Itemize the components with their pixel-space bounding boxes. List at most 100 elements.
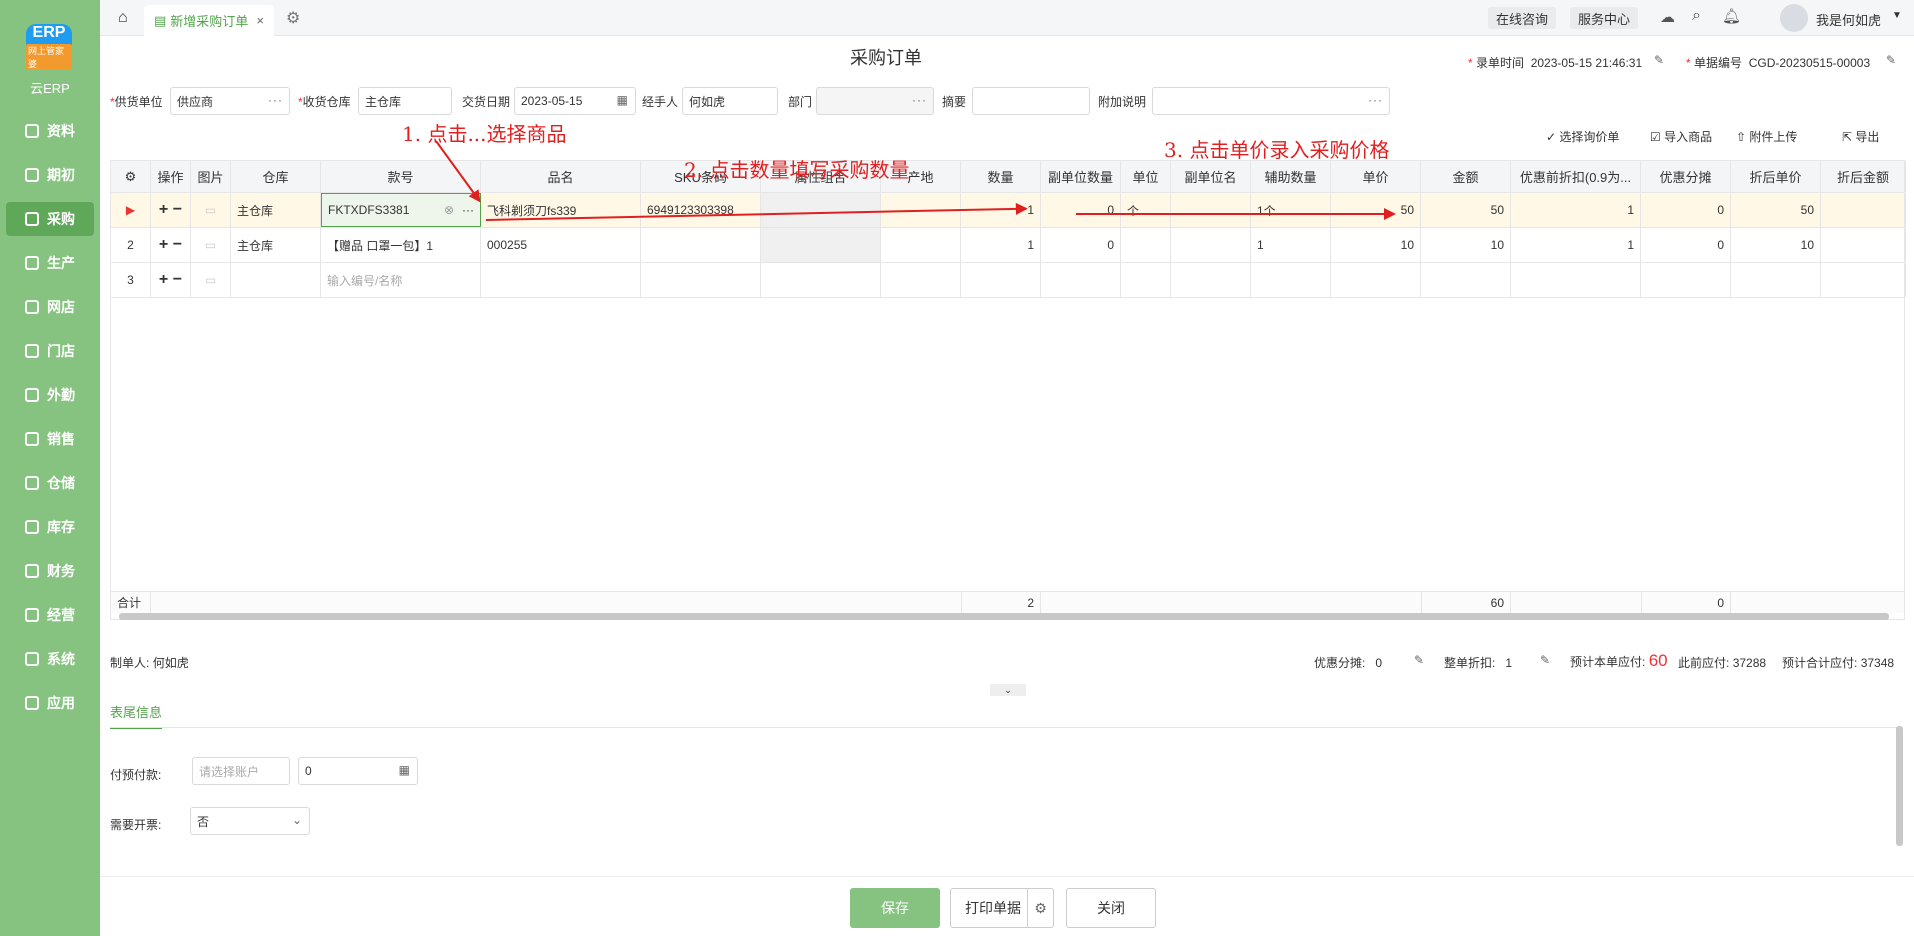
user-name[interactable]: 我是何如虎 [1816, 10, 1881, 29]
more-icon[interactable]: ··· [268, 93, 283, 107]
cell-damount[interactable] [1821, 228, 1906, 262]
cell-sku[interactable] [641, 263, 761, 297]
gear-icon[interactable]: ⚙ [286, 8, 300, 28]
chevron-down-icon[interactable]: ▼ [1892, 10, 1902, 21]
cell-attr[interactable] [761, 263, 881, 297]
summary-field[interactable] [972, 87, 1090, 115]
edit-number-icon[interactable]: ✎ [1886, 53, 1896, 67]
nav-item-data[interactable]: 资料 [6, 114, 94, 148]
more-icon[interactable]: ··· [912, 93, 927, 107]
nav-item-operation[interactable]: 经营 [6, 598, 94, 632]
close-button[interactable]: 关闭 [1066, 888, 1156, 928]
cell-code[interactable]: 【赠品 口罩一包】1 [321, 228, 481, 262]
cell-discount[interactable]: 1 [1511, 193, 1641, 227]
cell-share[interactable]: 0 [1641, 228, 1731, 262]
cell-unit[interactable]: 个 [1121, 193, 1171, 227]
nav-item-store[interactable]: 门店 [6, 334, 94, 368]
cell-subqty[interactable] [1041, 263, 1121, 297]
nav-item-production[interactable]: 生产 [6, 246, 94, 280]
cell-attr[interactable] [761, 193, 881, 227]
more-icon[interactable]: ··· [1368, 93, 1383, 107]
delivery-date-field[interactable]: 2023-05-15 ▦ [514, 87, 636, 115]
more-icon[interactable]: ··· [462, 203, 474, 217]
choose-quote-button[interactable]: ✓ 选择询价单 [1546, 128, 1619, 145]
cell-damount[interactable] [1821, 263, 1906, 297]
nav-item-finance[interactable]: 财务 [6, 554, 94, 588]
table-row[interactable]: ▶ + − ▭ 主仓库 FKTXDFS3381 ⊗ ··· 飞科剃须刀fs339 6… [111, 193, 1906, 228]
edit-discount-icon[interactable]: ✎ [1540, 653, 1550, 667]
cell-amount[interactable]: 50 [1421, 193, 1511, 227]
edit-share-icon[interactable]: ✎ [1414, 653, 1424, 667]
add-row-icon[interactable]: + [159, 236, 168, 254]
cell-warehouse[interactable] [231, 263, 321, 297]
nav-item-apps[interactable]: 应用 [6, 686, 94, 720]
cell-subqty[interactable]: 0 [1041, 228, 1121, 262]
table-row[interactable]: 2 + − ▭ 主仓库 【赠品 口罩一包】1 000255 1 0 1 10 1… [111, 228, 1906, 263]
add-row-icon[interactable]: + [159, 271, 168, 289]
cell-attr[interactable] [761, 228, 881, 262]
cell-subqty[interactable]: 0 [1041, 193, 1121, 227]
print-settings-icon[interactable]: ⚙ [1027, 889, 1053, 927]
nav-item-opening[interactable]: 期初 [6, 158, 94, 192]
nav-item-inventory[interactable]: 库存 [6, 510, 94, 544]
invoice-select[interactable]: 否 ⌄ [190, 807, 310, 835]
cell-share[interactable] [1641, 263, 1731, 297]
cell-price[interactable] [1331, 263, 1421, 297]
cell-aux[interactable] [1251, 263, 1331, 297]
cell-share[interactable]: 0 [1641, 193, 1731, 227]
cell-origin[interactable] [881, 228, 961, 262]
cell-subunit[interactable] [1171, 228, 1251, 262]
remove-row-icon[interactable]: − [173, 271, 182, 289]
cell-discount[interactable]: 1 [1511, 228, 1641, 262]
cell-sku[interactable]: 6949123303398 [641, 193, 761, 227]
cell-name[interactable]: 飞科剃须刀fs339 [481, 193, 641, 227]
export-button[interactable]: ⇱ 导出 [1842, 128, 1879, 145]
cell-subunit[interactable] [1171, 193, 1251, 227]
cell-price[interactable]: 50 [1331, 193, 1421, 227]
cell-damount[interactable] [1821, 193, 1906, 227]
note-field[interactable]: ··· [1152, 87, 1390, 115]
code-input-placeholder[interactable]: 输入编号/名称 [321, 263, 481, 297]
calendar-icon[interactable]: ▦ [617, 93, 629, 107]
prepay-amount-field[interactable]: 0 ▦ [298, 757, 418, 785]
cell-aux[interactable]: 1 [1251, 228, 1331, 262]
handler-field[interactable]: 何如虎 [682, 87, 778, 115]
image-placeholder-icon[interactable]: ▭ [191, 193, 231, 227]
cell-name[interactable] [481, 263, 641, 297]
account-select[interactable]: 请选择账户 [192, 757, 290, 785]
cell-dprice[interactable]: 50 [1731, 193, 1821, 227]
home-icon[interactable]: ⌂ [118, 9, 128, 27]
cell-amount[interactable] [1421, 263, 1511, 297]
column-settings-icon[interactable]: ⚙ [111, 161, 151, 192]
image-placeholder-icon[interactable]: ▭ [191, 228, 231, 262]
save-button[interactable]: 保存 [850, 888, 940, 928]
collapse-toggle-icon[interactable]: ⌄ [990, 684, 1026, 696]
dept-field[interactable]: ··· [816, 87, 934, 115]
avatar[interactable] [1780, 4, 1808, 32]
cell-code-editing[interactable]: FKTXDFS3381 ⊗ ··· [321, 193, 481, 227]
cell-warehouse[interactable]: 主仓库 [231, 228, 321, 262]
cell-qty[interactable] [961, 263, 1041, 297]
cell-discount[interactable] [1511, 263, 1641, 297]
supplier-field[interactable]: 供应商 ··· [170, 87, 290, 115]
remove-row-icon[interactable]: − [173, 236, 182, 254]
import-goods-button[interactable]: ☑ 导入商品 [1650, 128, 1712, 145]
clear-icon[interactable]: ⊗ [444, 203, 454, 217]
nav-item-sales[interactable]: 销售 [6, 422, 94, 456]
service-center-button[interactable]: 服务中心 [1570, 7, 1639, 29]
cell-qty[interactable]: 1 [961, 228, 1041, 262]
attach-upload-button[interactable]: ⇧ 附件上传 [1736, 128, 1797, 145]
remove-row-icon[interactable]: − [173, 201, 182, 219]
search-icon[interactable]: ⌕ [1692, 7, 1701, 25]
horizontal-scrollbar[interactable] [119, 613, 1889, 620]
print-button[interactable]: 打印单据 ⚙ [950, 888, 1054, 928]
add-row-icon[interactable]: + [159, 201, 168, 219]
chevron-down-icon[interactable]: ⌄ [292, 813, 303, 827]
cell-price[interactable]: 10 [1331, 228, 1421, 262]
nav-item-purchase[interactable]: 采购 [6, 202, 94, 236]
nav-item-system[interactable]: 系统 [6, 642, 94, 676]
warehouse-field[interactable]: 主仓库 [358, 87, 452, 115]
cell-dprice[interactable]: 10 [1731, 228, 1821, 262]
cell-amount[interactable]: 10 [1421, 228, 1511, 262]
cell-warehouse[interactable]: 主仓库 [231, 193, 321, 227]
